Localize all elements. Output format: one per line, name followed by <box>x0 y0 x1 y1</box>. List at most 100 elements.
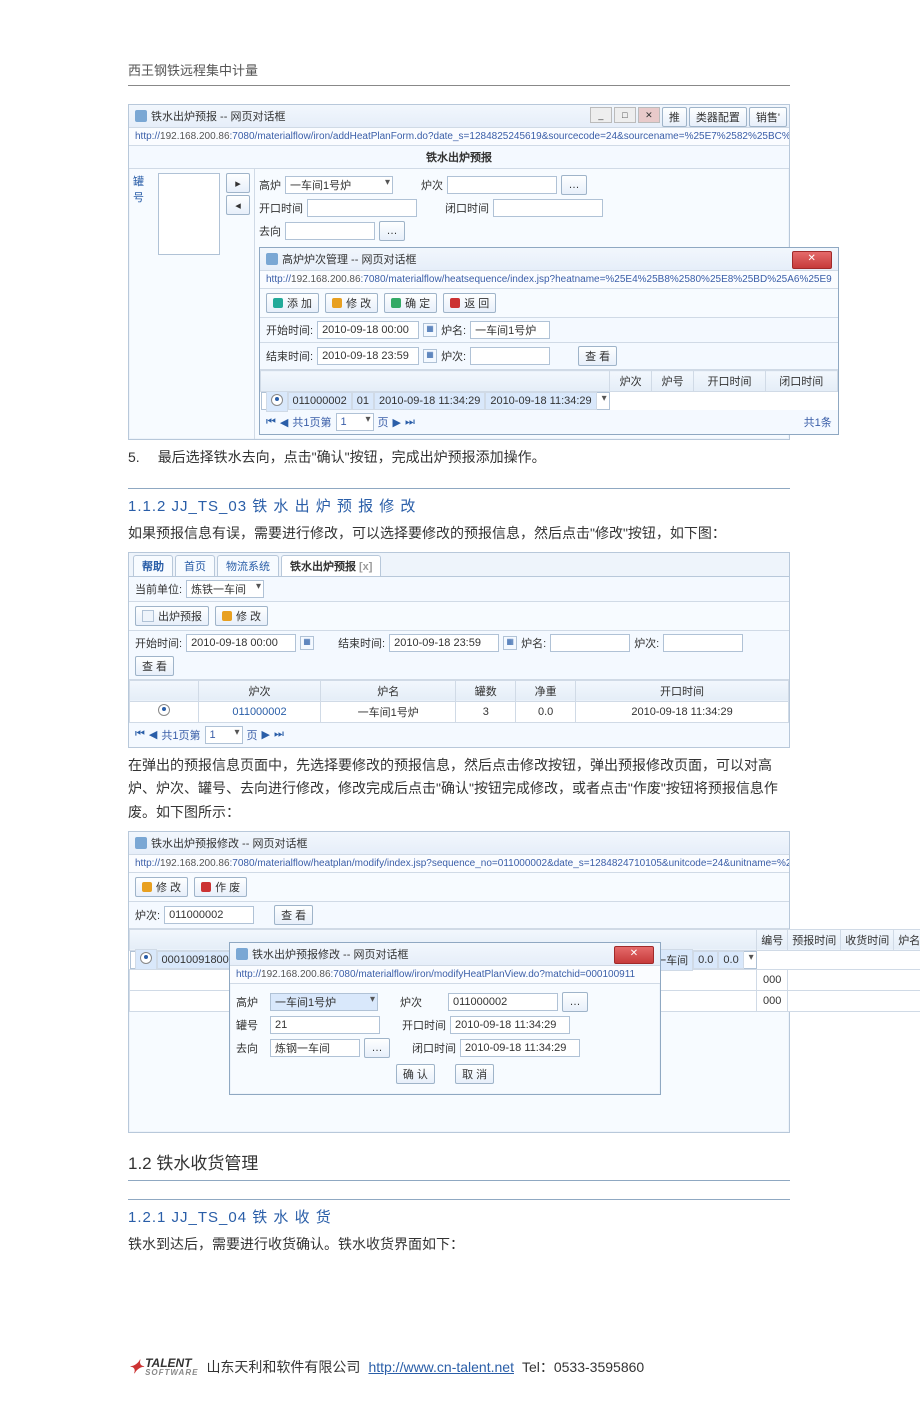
close-time-input[interactable]: 2010-09-18 11:34:29 <box>460 1039 580 1057</box>
section-heading-112: 1.1.2 JJ_TS_03 铁 水 出 炉 预 报 修 改 <box>128 495 790 516</box>
sub-dialog-modify: ✕ 铁水出炉预报修改 -- 网页对话框 http://192.168.200.8… <box>229 942 661 1095</box>
direction-input[interactable]: 炼钢一车间 <box>270 1039 360 1057</box>
direction-input[interactable] <box>285 222 375 240</box>
direction-picker-button[interactable]: … <box>364 1038 390 1058</box>
heat-no-input[interactable] <box>470 347 550 365</box>
next-page-icon[interactable]: ▶ <box>262 728 270 741</box>
modify-button[interactable]: 修 改 <box>325 293 378 313</box>
furnace-name-label: 炉名: <box>441 322 466 338</box>
end-time-input[interactable]: 2010-09-18 23:59 <box>317 347 419 365</box>
furnace-name-input[interactable]: 一车间1号炉 <box>470 321 550 339</box>
tab-home[interactable]: 首页 <box>175 555 215 576</box>
heat-no-picker-button[interactable]: … <box>562 992 588 1012</box>
modify-button[interactable]: 修 改 <box>135 877 188 897</box>
next-page-icon[interactable]: ▶ <box>393 416 401 429</box>
furnace-select[interactable]: 一车间1号炉 <box>285 176 393 194</box>
screenshot-2: 帮助 首页 物流系统 铁水出炉预报[x] 当前单位: 炼铁一车间 出炉预报 修 … <box>128 552 790 748</box>
query-button[interactable]: 查 看 <box>578 346 617 366</box>
plus-icon <box>273 298 283 308</box>
total-count: 共1条 <box>804 414 832 430</box>
move-right-button[interactable]: ▸ <box>226 173 250 193</box>
tab-help[interactable]: 帮助 <box>133 555 173 576</box>
logo-mark-icon: ✦ <box>126 1357 145 1378</box>
tab-forecast[interactable]: 铁水出炉预报[x] <box>281 555 381 576</box>
furnace-name-input[interactable] <box>550 634 630 652</box>
tab-close-icon[interactable]: [x] <box>359 561 372 573</box>
tank-no-label: 罐号 <box>236 1017 266 1033</box>
start-time-input[interactable]: 2010-09-18 00:00 <box>186 634 296 652</box>
row-radio[interactable] <box>271 394 283 406</box>
furnace-select[interactable]: 一车间1号炉 <box>270 993 378 1011</box>
row-radio[interactable] <box>140 952 152 964</box>
calendar-icon[interactable]: ▦ <box>423 349 437 363</box>
forecast-button[interactable]: 出炉预报 <box>135 606 209 626</box>
calendar-icon[interactable]: ▦ <box>423 323 437 337</box>
close-button[interactable]: ✕ <box>614 946 654 964</box>
dialog-title: 铁水出炉预报修改 -- 网页对话框 <box>151 835 307 851</box>
heat-no-label: 炉次 <box>421 177 443 193</box>
sub-dialog-title-bar: 铁水出炉预报修改 -- 网页对话框 <box>230 943 660 966</box>
address-bar: http://192.168.200.86:7080/materialflow/… <box>129 128 789 146</box>
open-time-input[interactable]: 2010-09-18 11:34:29 <box>450 1016 570 1034</box>
page-icon <box>135 837 147 849</box>
list-number: 5. <box>128 446 140 470</box>
calendar-icon[interactable]: ▦ <box>300 636 314 650</box>
tank-no-list[interactable] <box>158 173 220 255</box>
prev-page-icon[interactable]: ◀ <box>149 728 157 741</box>
end-time-input[interactable]: 2010-09-18 23:59 <box>389 634 499 652</box>
toolbar-push-button[interactable]: 推 <box>662 107 687 127</box>
paragraph: 最后选择铁水去向，点击"确认"按钮，完成出炉预报添加操作。 <box>158 446 546 470</box>
last-page-icon[interactable]: ⏭ <box>274 728 284 741</box>
section-heading-121: 1.2.1 JJ_TS_04 铁 水 收 货 <box>128 1206 790 1227</box>
query-button[interactable]: 查 看 <box>135 656 174 676</box>
doc-header: 西王钢铁远程集中计量 <box>128 60 790 86</box>
heat-no-input[interactable] <box>447 176 557 194</box>
page-select[interactable]: 1 <box>336 413 374 431</box>
calendar-icon[interactable]: ▦ <box>503 636 517 650</box>
company-url[interactable]: http://www.cn-talent.net <box>368 1359 514 1375</box>
ok-button[interactable]: 确 认 <box>396 1064 435 1084</box>
page-select[interactable]: 1 <box>205 726 243 744</box>
modify-button[interactable]: 修 改 <box>215 606 268 626</box>
grid-row[interactable]: 011000002 一车间1号炉 3 0.0 2010-09-18 11:34:… <box>130 701 789 722</box>
first-page-icon[interactable]: ⏮ <box>135 728 145 741</box>
close-button[interactable]: ✕ <box>792 251 832 269</box>
win-max-icon: □ <box>614 107 636 123</box>
tank-no-label: 罐号 <box>133 173 152 205</box>
open-time-input[interactable] <box>307 199 417 217</box>
add-button[interactable]: 添 加 <box>266 293 319 313</box>
heat-no-picker-button[interactable]: … <box>561 175 587 195</box>
move-left-button[interactable]: ◂ <box>226 195 250 215</box>
open-time-label: 开口时间 <box>402 1017 446 1033</box>
unit-select[interactable]: 炼铁一车间 <box>186 580 264 598</box>
heat-no-input[interactable]: 011000002 <box>448 993 558 1011</box>
start-time-label: 开始时间: <box>135 635 182 651</box>
cancel-button[interactable]: 取 消 <box>455 1064 494 1084</box>
tank-no-input[interactable]: 21 <box>270 1016 380 1034</box>
row-radio[interactable] <box>158 704 170 716</box>
void-button[interactable]: 作 废 <box>194 877 247 897</box>
prev-page-icon[interactable]: ◀ <box>280 416 288 429</box>
first-page-icon[interactable]: ⏮ <box>266 416 276 429</box>
open-time-label: 开口时间 <box>259 200 303 216</box>
back-icon <box>450 298 460 308</box>
grid-row[interactable]: 011000002 01 2010-09-18 11:34:29 2010-09… <box>261 392 610 410</box>
screenshot-3: 铁水出炉预报修改 -- 网页对话框 http://192.168.200.86:… <box>128 831 790 1133</box>
toolbar-sale-button[interactable]: 销售' <box>749 107 787 127</box>
direction-picker-button[interactable]: … <box>379 221 405 241</box>
ok-button[interactable]: 确 定 <box>384 293 437 313</box>
close-time-label: 闭口时间 <box>445 200 489 216</box>
close-time-input[interactable] <box>493 199 603 217</box>
form-header: 铁水出炉预报 <box>129 146 789 169</box>
back-button[interactable]: 返 回 <box>443 293 496 313</box>
heat-no-label: 炉次: <box>634 635 659 651</box>
heat-no-input[interactable]: 011000002 <box>164 906 254 924</box>
page-footer: ✦ TALENT SOFTWARE 山东天利和软件有限公司 http://www… <box>128 1357 790 1378</box>
tab-logistics[interactable]: 物流系统 <box>217 555 279 576</box>
query-button[interactable]: 查 看 <box>274 905 313 925</box>
page-icon <box>135 110 147 122</box>
start-time-input[interactable]: 2010-09-18 00:00 <box>317 321 419 339</box>
heat-no-input[interactable] <box>663 634 743 652</box>
last-page-icon[interactable]: ⏭ <box>405 416 415 429</box>
toolbar-config-button[interactable]: 类器配置 <box>689 107 747 127</box>
